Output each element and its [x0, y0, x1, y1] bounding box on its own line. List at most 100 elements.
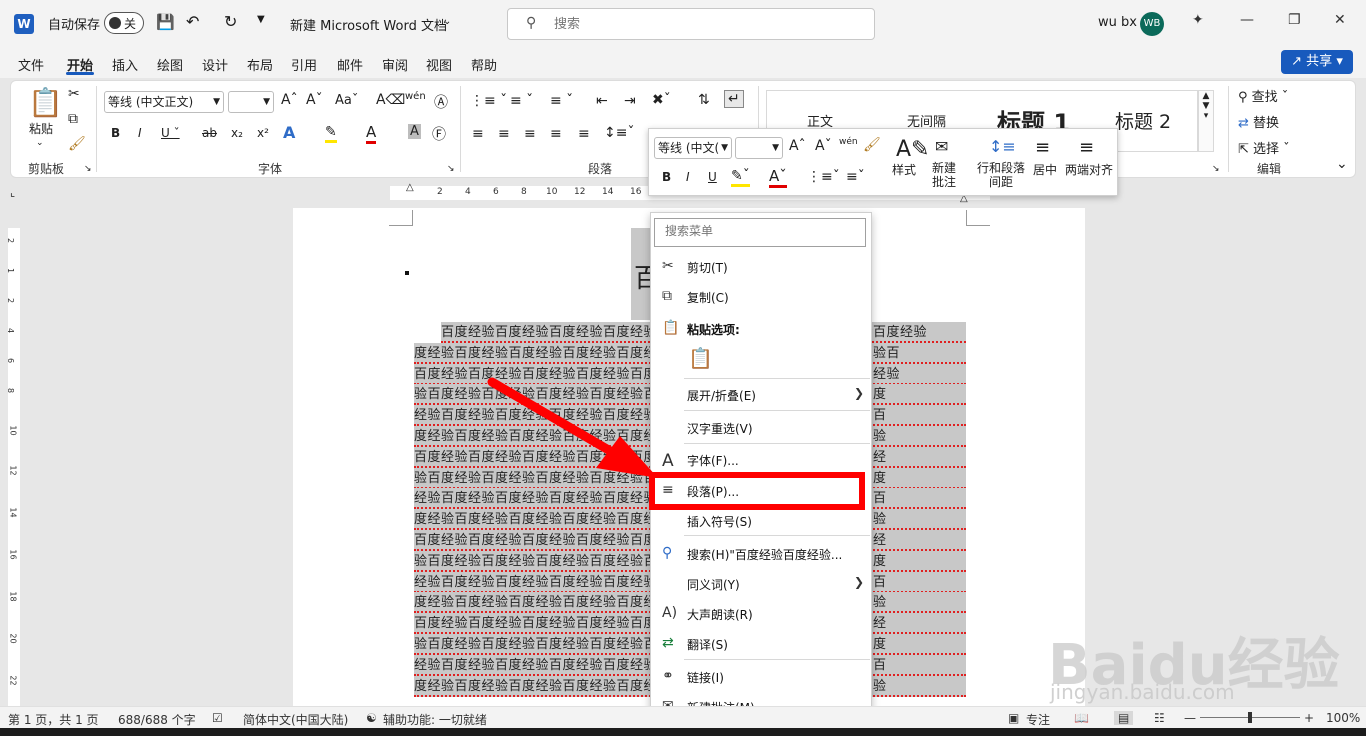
- font-color-icon[interactable]: A: [366, 123, 377, 144]
- mini-shrink-font-icon[interactable]: Aˇ: [815, 138, 832, 154]
- styles-more-icon[interactable]: ▾: [1199, 111, 1213, 121]
- styles-scroll[interactable]: ▲ ▼ ▾: [1198, 90, 1214, 152]
- menu-search-box[interactable]: [654, 218, 866, 247]
- subscript-icon[interactable]: x₂: [231, 126, 243, 140]
- mini-font-name-combo[interactable]: 等线 (中文(▼: [654, 137, 732, 159]
- zoom-out-icon[interactable]: —: [1184, 711, 1196, 725]
- menu-item-synonyms[interactable]: 同义词(Y) ❯: [651, 570, 871, 598]
- menu-item-copy[interactable]: ⧉ 复制(C): [651, 283, 871, 311]
- menu-item-read-aloud[interactable]: A) 大声朗读(R): [651, 600, 871, 628]
- restore-icon[interactable]: ❐: [1288, 12, 1301, 28]
- menu-search-input[interactable]: [665, 224, 855, 238]
- tab-draw[interactable]: 绘图: [157, 55, 183, 74]
- word-count[interactable]: 688/688 个字: [118, 711, 196, 728]
- align-center-icon[interactable]: ≡: [498, 126, 510, 142]
- collapse-ribbon-icon[interactable]: ⌄: [1336, 156, 1348, 172]
- menu-item-search[interactable]: ⚲ 搜索(H)"百度经验百度经验...: [651, 540, 871, 568]
- align-right-icon[interactable]: ≡: [524, 126, 536, 142]
- select-button[interactable]: ⇱ 选择 ˇ: [1238, 138, 1290, 157]
- copy-icon[interactable]: ⧉: [68, 111, 78, 127]
- paste-chevron-down-icon[interactable]: ⌄: [36, 138, 44, 148]
- read-mode-icon[interactable]: 📖: [1074, 711, 1089, 725]
- mini-font-size-combo[interactable]: ▼: [735, 137, 783, 159]
- justify-icon[interactable]: ≡: [550, 126, 562, 142]
- close-icon[interactable]: ✕: [1334, 12, 1346, 28]
- shrink-font-icon[interactable]: Aˇ: [306, 92, 323, 108]
- share-button[interactable]: ↗ 共享 ▾: [1281, 50, 1353, 74]
- mini-grow-font-icon[interactable]: Aˆ: [789, 138, 806, 154]
- minimize-icon[interactable]: —: [1240, 12, 1254, 28]
- save-icon[interactable]: 💾: [156, 13, 175, 31]
- mini-styles-label[interactable]: 样式: [892, 161, 916, 178]
- print-layout-icon[interactable]: ▤: [1114, 711, 1134, 725]
- styles-launcher-icon[interactable]: ↘: [1212, 164, 1220, 174]
- sort-icon[interactable]: ⇅: [698, 92, 710, 108]
- indent-marker-icon[interactable]: △: [406, 182, 414, 193]
- mini-justify-icon[interactable]: ≡: [1079, 137, 1094, 158]
- mini-new-comment-label[interactable]: 新建批注: [932, 161, 960, 189]
- show-marks-icon[interactable]: ↵: [724, 90, 744, 108]
- document-title[interactable]: 新建 Microsoft Word 文档: [290, 15, 447, 34]
- mini-italic-icon[interactable]: I: [686, 170, 690, 184]
- tab-file[interactable]: 文件: [18, 55, 44, 74]
- undo-icon[interactable]: ↶: [186, 12, 199, 31]
- find-button[interactable]: ⚲ 查找 ˇ: [1238, 86, 1288, 105]
- menu-item-link[interactable]: ⚭ 链接(I): [651, 663, 871, 691]
- tab-references[interactable]: 引用: [291, 55, 317, 74]
- phonetic-guide-icon[interactable]: wén: [405, 91, 426, 102]
- tab-help[interactable]: 帮助: [471, 55, 497, 74]
- multilevel-list-icon[interactable]: ≡ ˇ: [550, 93, 573, 109]
- avatar[interactable]: WB: [1140, 12, 1164, 36]
- designer-icon[interactable]: ✦: [1192, 12, 1204, 28]
- zoom-level[interactable]: 100%: [1326, 711, 1360, 725]
- char-shading-icon[interactable]: A: [408, 124, 421, 139]
- mini-new-comment-icon[interactable]: ✉: [935, 137, 948, 156]
- focus-icon[interactable]: ▣: [1008, 711, 1019, 725]
- proofing-icon[interactable]: ☑: [212, 711, 223, 725]
- line-spacing-icon[interactable]: ↕≡ˇ: [604, 125, 634, 141]
- mini-format-painter-icon[interactable]: 🖌: [863, 137, 881, 153]
- styles-up-icon[interactable]: ▲: [1199, 91, 1213, 101]
- tab-selector-icon[interactable]: ⌞: [10, 186, 15, 199]
- web-layout-icon[interactable]: ☷: [1154, 711, 1165, 725]
- zoom-slider-thumb[interactable]: [1248, 712, 1252, 723]
- mini-highlight-icon[interactable]: ✎ˇ: [731, 168, 750, 187]
- redo-icon[interactable]: ↻: [224, 12, 237, 31]
- strikethrough-icon[interactable]: ab: [202, 126, 217, 140]
- bullets-icon[interactable]: ⋮≡ ˇ: [470, 93, 507, 109]
- mini-underline-icon[interactable]: U: [708, 170, 717, 184]
- search-input[interactable]: [554, 15, 854, 33]
- format-painter-icon[interactable]: 🖌: [68, 136, 86, 152]
- bold-icon[interactable]: B: [111, 126, 120, 140]
- clipboard-launcher-icon[interactable]: ↘: [84, 164, 92, 174]
- menu-item-expand-collapse[interactable]: 展开/折叠(E) ❯: [651, 381, 871, 409]
- menu-item-translate[interactable]: ⇄ 翻译(S): [651, 630, 871, 658]
- page-count[interactable]: 第 1 页，共 1 页: [8, 711, 99, 728]
- italic-icon[interactable]: I: [138, 126, 142, 140]
- underline-icon[interactable]: U ˇ: [161, 126, 180, 140]
- accessibility-icon[interactable]: ☯: [366, 711, 377, 725]
- font-size-combo[interactable]: ▼: [228, 91, 274, 113]
- highlight-color-icon[interactable]: ✎: [325, 124, 337, 143]
- clear-formatting-icon[interactable]: A⌫: [376, 92, 405, 108]
- tab-mailings[interactable]: 邮件: [337, 55, 363, 74]
- search-box[interactable]: ⚲: [507, 8, 875, 40]
- decrease-indent-icon[interactable]: ⇤: [596, 93, 608, 109]
- enclose-char2-icon[interactable]: Ⓕ: [432, 124, 446, 144]
- mini-justify-label[interactable]: 两端对齐: [1065, 161, 1113, 178]
- style-heading-2[interactable]: 标题 2: [1115, 107, 1171, 134]
- font-name-combo[interactable]: 等线 (中文正文) ▼: [104, 91, 224, 113]
- font-launcher-icon[interactable]: ↘: [447, 164, 455, 174]
- mini-line-spacing-icon[interactable]: ↕≡: [989, 137, 1016, 156]
- autosave-toggle[interactable]: 关: [104, 12, 144, 34]
- mini-font-color-icon[interactable]: Aˇ: [769, 167, 787, 188]
- menu-item-cut[interactable]: ✂ 剪切(T): [651, 253, 871, 281]
- mini-phonetic-icon[interactable]: wén: [839, 137, 858, 147]
- mini-bullets-icon[interactable]: ⋮≡ˇ: [807, 169, 840, 185]
- tab-view[interactable]: 视图: [426, 55, 452, 74]
- tab-review[interactable]: 审阅: [382, 55, 408, 74]
- text-effects-icon[interactable]: A: [283, 123, 295, 142]
- align-left-icon[interactable]: ≡: [472, 126, 484, 142]
- mini-center-label[interactable]: 居中: [1033, 161, 1057, 178]
- paste-icon[interactable]: 📋: [28, 86, 63, 119]
